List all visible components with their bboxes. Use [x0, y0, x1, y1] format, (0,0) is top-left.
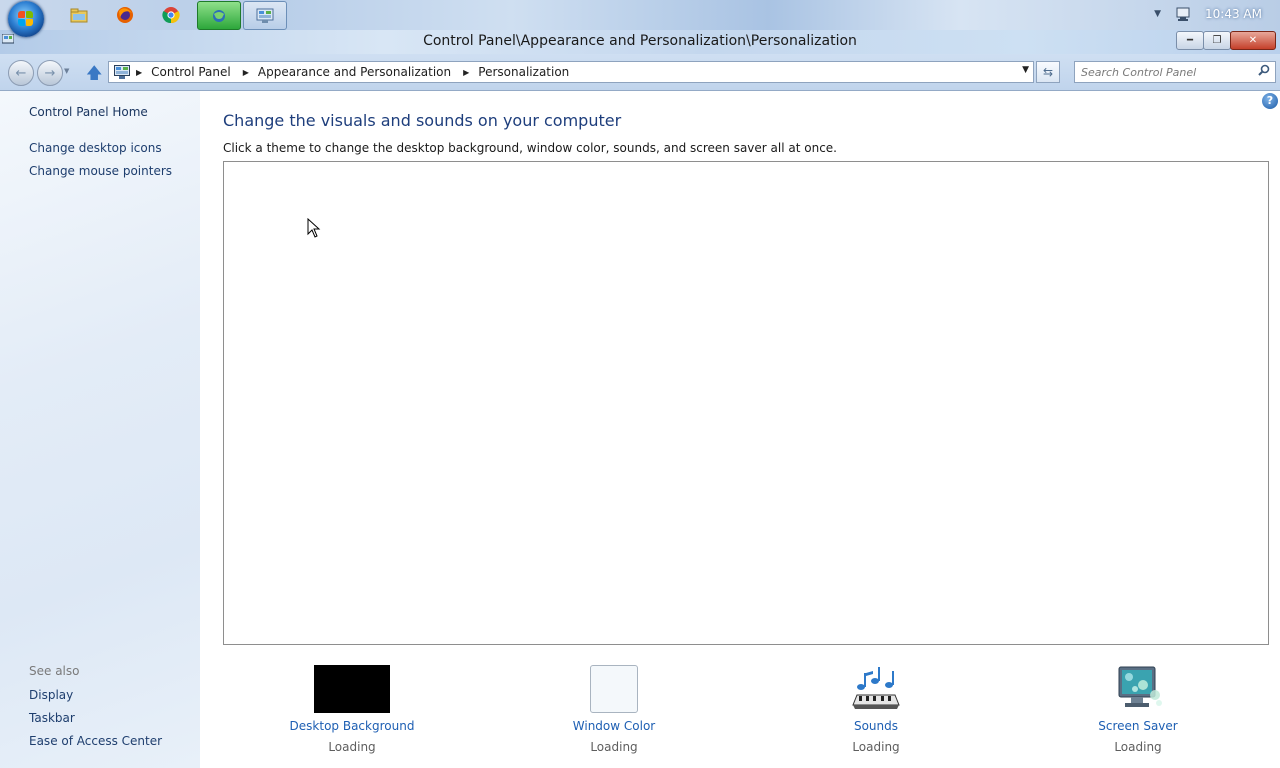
mouse-cursor-icon [307, 218, 321, 238]
ease-of-access-center-link[interactable]: Ease of Access Center [29, 734, 162, 748]
firefox-icon [117, 6, 133, 23]
sounds-item[interactable]: Sounds Loading [776, 665, 976, 754]
window-color-link[interactable]: Window Color [514, 719, 714, 733]
taskbar-firefox[interactable] [104, 1, 146, 28]
windows-logo-icon [18, 11, 34, 27]
screen-saver-icon[interactable] [1113, 665, 1163, 713]
change-mouse-pointers-link[interactable]: Change mouse pointers [29, 164, 172, 178]
breadcrumb-personalization[interactable]: ▶ Personalization [463, 65, 581, 79]
taskbar: ▼ 10:43 AM [0, 0, 1280, 37]
see-also-heading: See also [29, 664, 80, 678]
taskbar-file-explorer[interactable] [58, 1, 100, 28]
window-controls: ━ ❐ ✕ [1176, 31, 1276, 50]
sounds-icon-wrap [776, 665, 976, 713]
back-arrow-icon: ← [15, 65, 27, 81]
navigation-bar: ← → ▼ 🡅 ▶ Control Panel ▶ Appearance and… [0, 54, 1280, 91]
forward-button[interactable]: → [37, 60, 63, 86]
desktop-background-item[interactable]: Desktop Background Loading [252, 665, 452, 754]
taskbar-link[interactable]: Taskbar [29, 711, 75, 725]
window-color-status: Loading [590, 740, 638, 754]
taskbar-chrome[interactable] [150, 1, 192, 28]
network-status-icon[interactable] [1175, 6, 1191, 22]
refresh-button[interactable]: ⇆ [1036, 61, 1060, 83]
main-content-pane: ? Change the visuals and sounds on your … [200, 91, 1280, 768]
theme-list[interactable] [223, 161, 1269, 645]
screen-saver-status: Loading [1114, 740, 1162, 754]
window-titlebar[interactable]: Control Panel\Appearance and Personaliza… [0, 30, 1280, 54]
breadcrumb-appearance[interactable]: ▶ Appearance and Personalization [243, 65, 463, 79]
up-level-button[interactable]: 🡅 [86, 62, 104, 82]
window-color-swatch[interactable] [514, 665, 714, 713]
change-desktop-icons-link[interactable]: Change desktop icons [29, 141, 162, 155]
back-button[interactable]: ← [8, 60, 34, 86]
page-subtitle: Click a theme to change the desktop back… [223, 141, 837, 155]
minimize-icon: ━ [1186, 35, 1194, 46]
network-app-icon [213, 9, 225, 22]
breadcrumb-label[interactable]: Personalization [478, 65, 569, 79]
chrome-icon [162, 6, 180, 23]
sounds-link[interactable]: Sounds [776, 719, 976, 733]
forward-arrow-icon: → [44, 65, 56, 81]
desktop-background-swatch[interactable] [252, 665, 452, 713]
search-input[interactable] [1081, 64, 1251, 80]
sounds-status: Loading [852, 740, 900, 754]
recent-pages-dropdown-icon[interactable]: ▼ [64, 67, 69, 75]
screen-saver-icon-wrap [1038, 665, 1238, 713]
screen-saver-item[interactable]: Screen Saver Loading [1038, 665, 1238, 754]
breadcrumb-control-panel[interactable]: ▶ Control Panel [136, 65, 243, 79]
up-arrow-icon: 🡅 [86, 63, 103, 82]
address-bar[interactable]: ▶ Control Panel ▶ Appearance and Persona… [108, 61, 1034, 83]
taskbar-control-panel[interactable] [243, 1, 287, 30]
system-tray: ▼ 10:43 AM [1154, 6, 1262, 22]
help-icon[interactable]: ? [1262, 93, 1278, 109]
close-icon: ✕ [1248, 35, 1258, 46]
show-hidden-icons-icon[interactable]: ▼ [1154, 9, 1161, 19]
control-panel-icon [114, 65, 130, 79]
search-icon[interactable] [1258, 64, 1270, 79]
display-link[interactable]: Display [29, 688, 73, 702]
file-explorer-icon [70, 8, 88, 22]
desktop-background-link[interactable]: Desktop Background [252, 719, 452, 733]
restore-button[interactable]: ❐ [1203, 31, 1231, 50]
screen-saver-link[interactable]: Screen Saver [1038, 719, 1238, 733]
sounds-icon[interactable] [851, 665, 901, 713]
clock[interactable]: 10:43 AM [1205, 7, 1262, 21]
page-title: Change the visuals and sounds on your co… [223, 111, 622, 130]
restore-icon: ❐ [1212, 35, 1222, 46]
breadcrumb-chevron-icon[interactable]: ▶ [136, 68, 142, 77]
desktop-background-status: Loading [328, 740, 376, 754]
window-title: Control Panel\Appearance and Personaliza… [423, 33, 857, 49]
breadcrumb-label[interactable]: Control Panel [151, 65, 231, 79]
taskbar-network-app[interactable] [197, 1, 241, 30]
start-button[interactable] [8, 1, 44, 37]
search-box[interactable] [1074, 61, 1276, 83]
breadcrumb-label[interactable]: Appearance and Personalization [258, 65, 451, 79]
minimize-button[interactable]: ━ [1176, 31, 1204, 50]
breadcrumb-chevron-icon[interactable]: ▶ [463, 68, 469, 77]
control-panel-icon [256, 8, 274, 23]
control-panel-home-link[interactable]: Control Panel Home [29, 105, 148, 119]
breadcrumb-chevron-icon[interactable]: ▶ [243, 68, 249, 77]
window-color-item[interactable]: Window Color Loading [514, 665, 714, 754]
close-button[interactable]: ✕ [1230, 31, 1276, 50]
address-history-dropdown-icon[interactable]: ▼ [1022, 65, 1029, 75]
refresh-icon: ⇆ [1042, 65, 1054, 79]
left-navigation-pane: Control Panel Home Change desktop icons … [0, 91, 200, 768]
